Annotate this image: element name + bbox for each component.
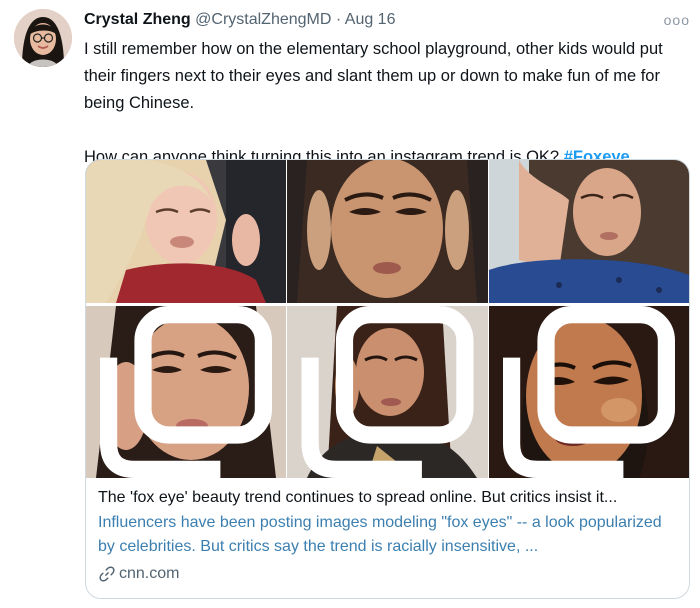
- photo-tile-2[interactable]: [287, 160, 488, 303]
- separator-dot: ·: [335, 11, 342, 28]
- photo-tile-6[interactable]: [489, 306, 689, 478]
- card-description[interactable]: Influencers have been posting images mod…: [98, 511, 679, 559]
- gallery-icon: [503, 306, 675, 478]
- tweet-text: I still remember how on the elementary s…: [84, 36, 696, 171]
- link-icon: [99, 566, 115, 582]
- author-name[interactable]: Crystal Zheng: [84, 11, 191, 28]
- more-options-icon[interactable]: ooo: [664, 12, 690, 28]
- gallery-icon: [301, 306, 474, 478]
- tweet-paragraph-1: I still remember how on the elementary s…: [84, 40, 663, 112]
- tweet-date[interactable]: Aug 16: [345, 11, 396, 28]
- photo-grid[interactable]: [86, 160, 689, 478]
- tweet-header: Crystal Zheng @CrystalZhengMD · Aug 16: [84, 11, 688, 31]
- card-title[interactable]: The 'fox eye' beauty trend continues to …: [98, 487, 679, 509]
- card-domain[interactable]: cnn.com: [119, 563, 179, 585]
- photo-tile-4[interactable]: [86, 306, 286, 478]
- gallery-icon: [100, 306, 272, 478]
- author-handle[interactable]: @CrystalZhengMD: [195, 11, 331, 28]
- card-body[interactable]: The 'fox eye' beauty trend continues to …: [98, 487, 679, 585]
- photo-tile-3[interactable]: [489, 160, 689, 303]
- photo-tile-5[interactable]: [287, 306, 488, 478]
- card-domain-row[interactable]: cnn.com: [98, 563, 679, 585]
- link-preview-card[interactable]: The 'fox eye' beauty trend continues to …: [85, 159, 690, 599]
- photo-tile-1[interactable]: [86, 160, 286, 303]
- avatar[interactable]: [14, 9, 72, 67]
